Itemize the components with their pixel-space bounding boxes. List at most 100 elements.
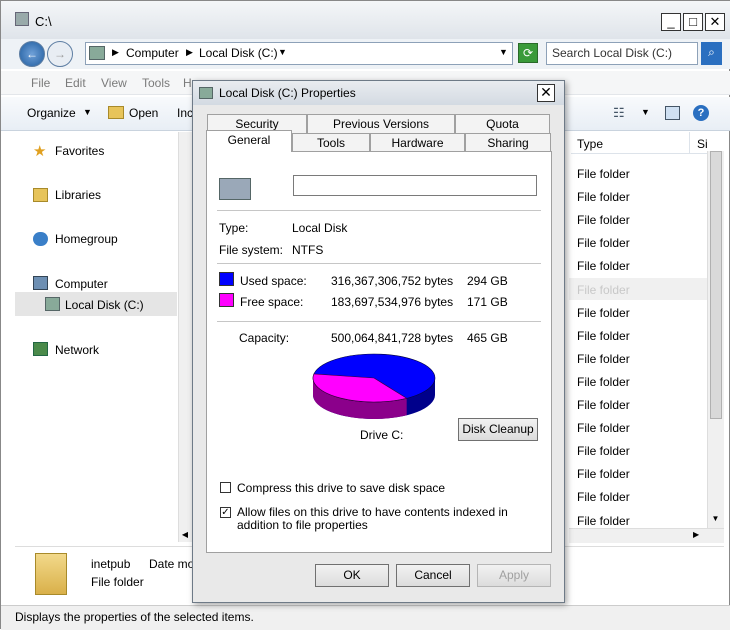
address-box[interactable]: ▶ Computer ▶ Local Disk (C:) ▼ ▼	[85, 42, 513, 65]
tab-sharing[interactable]: Sharing	[465, 133, 551, 152]
type-label: Type:	[219, 221, 249, 235]
vertical-scrollbar[interactable]	[707, 151, 724, 528]
ok-button[interactable]: OK	[315, 564, 389, 587]
nav-scrollbar[interactable]	[178, 132, 192, 542]
drive-icon	[199, 87, 213, 99]
column-header: Type Si	[571, 132, 723, 154]
file-row[interactable]: File folder	[577, 167, 630, 181]
filesystem-label: File system:	[219, 243, 284, 257]
file-row[interactable]: File folder	[577, 190, 630, 204]
general-tab-panel: Type: Local Disk File system: NTFS Used …	[206, 151, 552, 553]
scrollbar-thumb[interactable]	[710, 151, 722, 419]
disk-cleanup-button[interactable]: Disk Cleanup	[458, 418, 538, 441]
drive-icon	[219, 178, 251, 200]
include-button[interactable]: Inc	[177, 106, 193, 120]
tab-tools[interactable]: Tools	[292, 133, 370, 152]
column-type[interactable]: Type	[577, 137, 603, 151]
views-icon[interactable]: ☷	[613, 105, 625, 121]
used-space-label: Used space:	[240, 274, 307, 288]
file-row[interactable]: File folder	[577, 236, 630, 250]
file-row[interactable]: File folder	[577, 283, 630, 297]
refresh-button[interactable]: ⟳	[518, 43, 538, 63]
tab-general[interactable]: General	[206, 130, 292, 152]
dialog-close-button[interactable]: ✕	[537, 84, 555, 102]
file-row[interactable]: File folder	[577, 329, 630, 343]
cancel-button[interactable]: Cancel	[396, 564, 470, 587]
nav-libraries[interactable]: Libraries	[55, 188, 101, 202]
tab-hardware[interactable]: Hardware	[370, 133, 465, 152]
index-checkbox[interactable]: ✓	[220, 507, 231, 518]
file-row[interactable]: File folder	[577, 259, 630, 273]
breadcrumb-computer[interactable]: Computer	[126, 46, 179, 60]
details-type: File folder	[91, 575, 144, 589]
forward-button[interactable]: →	[47, 41, 73, 67]
column-divider[interactable]	[689, 132, 690, 154]
index-label[interactable]: Allow files on this drive to have conten…	[237, 506, 537, 532]
nav-homegroup[interactable]: Homegroup	[55, 232, 118, 246]
nav-computer[interactable]: Computer	[55, 277, 108, 291]
scroll-left-icon[interactable]: ◀	[178, 528, 192, 542]
tab-quota[interactable]: Quota	[455, 114, 550, 133]
dropdown-arrow-icon[interactable]: ▼	[499, 47, 508, 57]
menu-view[interactable]: View	[101, 76, 127, 90]
close-button[interactable]: ✕	[705, 13, 725, 31]
libraries-icon	[33, 188, 48, 202]
computer-icon	[89, 46, 105, 60]
menu-help[interactable]: H	[183, 76, 192, 90]
column-size[interactable]: Si	[697, 137, 708, 151]
nav-favorites[interactable]: Favorites	[55, 144, 104, 158]
scroll-down-icon[interactable]: ▼	[707, 511, 724, 527]
organize-button[interactable]: Organize	[27, 106, 76, 120]
file-row[interactable]: File folder	[577, 421, 630, 435]
nav-network[interactable]: Network	[55, 343, 99, 357]
homegroup-icon	[33, 232, 48, 246]
file-row[interactable]: File folder	[577, 467, 630, 481]
dialog-title-bar: Local Disk (C:) Properties ✕	[193, 81, 564, 105]
file-row[interactable]: File folder	[577, 213, 630, 227]
navigation-pane: ★ Favorites Libraries Homegroup Computer…	[15, 132, 177, 542]
search-icon[interactable]: ⌕	[701, 42, 722, 65]
compress-label[interactable]: Compress this drive to save disk space	[237, 481, 445, 495]
apply-button[interactable]: Apply	[477, 564, 551, 587]
minimize-button[interactable]: _	[661, 13, 681, 31]
file-row[interactable]: File folder	[577, 444, 630, 458]
status-text: Displays the properties of the selected …	[15, 610, 254, 624]
file-row[interactable]: File folder	[577, 514, 630, 528]
tab-previous-versions[interactable]: Previous Versions	[307, 114, 455, 133]
file-row[interactable]: File folder	[577, 375, 630, 389]
menu-tools[interactable]: Tools	[142, 76, 170, 90]
folder-icon	[108, 106, 124, 119]
chevron-right-icon: ▶	[112, 47, 119, 57]
drive-icon	[15, 12, 29, 26]
chevron-down-icon: ▼	[83, 107, 92, 117]
scroll-right-icon[interactable]: ▶	[693, 530, 699, 539]
back-button[interactable]: ←	[19, 41, 45, 67]
maximize-button[interactable]: □	[683, 13, 703, 31]
preview-pane-icon[interactable]	[665, 106, 680, 120]
menu-file[interactable]: File	[31, 76, 50, 90]
search-input[interactable]: Search Local Disk (C:)	[546, 42, 698, 65]
nav-local-disk[interactable]: Local Disk (C:)	[65, 298, 144, 312]
horizontal-scrollbar[interactable]: ▶	[569, 528, 724, 543]
star-icon: ★	[33, 143, 47, 160]
computer-icon	[33, 276, 48, 290]
open-button[interactable]: Open	[129, 106, 158, 120]
file-row[interactable]: File folder	[577, 490, 630, 504]
menu-edit[interactable]: Edit	[65, 76, 86, 90]
capacity-gb: 465 GB	[467, 331, 508, 345]
chevron-right-icon[interactable]: ▶	[186, 47, 193, 58]
breadcrumb-local-disk[interactable]: Local Disk (C:)	[199, 46, 278, 60]
drive-label-input[interactable]	[293, 175, 537, 196]
chevron-right-icon[interactable]: ▼	[278, 47, 287, 57]
chevron-down-icon[interactable]: ▼	[641, 107, 650, 117]
compress-checkbox[interactable]	[220, 482, 231, 493]
separator	[217, 263, 541, 264]
used-space-bytes: 316,367,306,752 bytes	[331, 274, 454, 288]
free-space-bytes: 183,697,534,976 bytes	[331, 295, 454, 309]
file-row[interactable]: File folder	[577, 306, 630, 320]
help-icon[interactable]: ?	[693, 105, 709, 121]
file-row[interactable]: File folder	[577, 352, 630, 366]
file-row[interactable]: File folder	[577, 398, 630, 412]
drive-label: Drive C:	[360, 428, 404, 442]
network-icon	[33, 342, 48, 356]
